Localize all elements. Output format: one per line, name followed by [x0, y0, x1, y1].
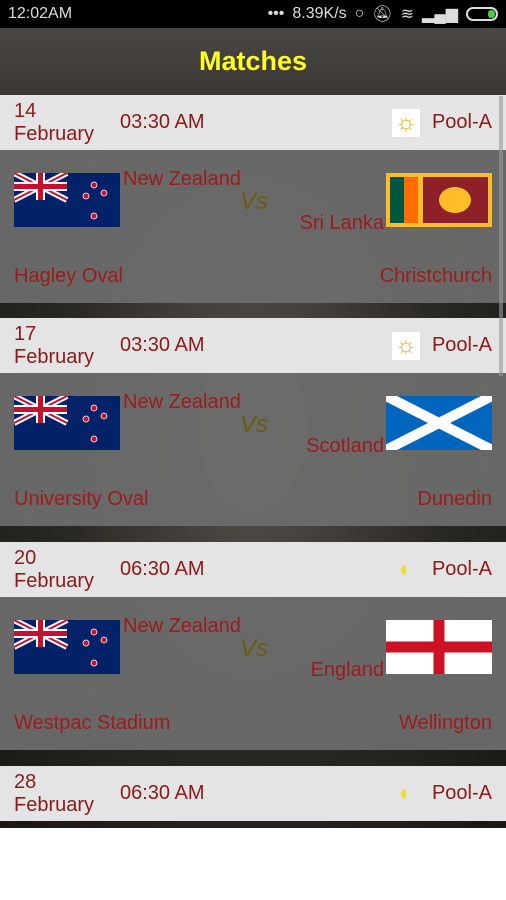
pool-label: Pool-A — [431, 111, 492, 133]
venue-city: Dunedin — [417, 488, 492, 510]
match-card[interactable]: New Zealand Vs Scotland University Oval … — [0, 373, 506, 526]
match-header: 28 February 06:30 AM ◐ Pool-A — [0, 766, 506, 821]
venue-ground: University Oval — [14, 488, 149, 510]
battery-icon — [466, 7, 498, 21]
team2-flag-icon — [383, 391, 495, 455]
team1-name: New Zealand — [123, 391, 241, 413]
venue-ground: Hagley Oval — [14, 265, 123, 287]
clock: 12:02AM — [8, 5, 73, 22]
match-card[interactable]: New Zealand Vs England Westpac Stadium W… — [0, 597, 506, 750]
team2-flag-icon — [386, 173, 492, 227]
venue-city: Christchurch — [379, 265, 492, 287]
team1-name: New Zealand — [123, 168, 241, 190]
venue-ground: Westpac Stadium — [14, 712, 171, 734]
team2-name: Sri Lanka — [299, 212, 385, 234]
vs-label: Vs — [240, 635, 269, 662]
vs-label: Vs — [240, 411, 269, 438]
partly-cloudy-weather-icon: ◐ — [398, 555, 414, 583]
match-header: 20 February 06:30 AM ◐ Pool-A — [0, 542, 506, 597]
match-time: 06:30 AM — [120, 558, 205, 580]
sunny-weather-icon: ☼ — [392, 331, 420, 360]
notification-dots: ••• — [267, 5, 285, 22]
pool-label: Pool-A — [431, 782, 492, 804]
match-card[interactable]: New Zealand Vs Sri Lanka Hagley Oval Chr… — [0, 150, 506, 303]
team2-name: Scotland — [306, 435, 384, 457]
network-speed: 8.39K/s — [292, 5, 347, 22]
vs-label: Vs — [240, 188, 269, 215]
match-date: 20 February — [14, 546, 95, 592]
match-time: 03:30 AM — [120, 111, 205, 133]
match-header: 14 February 03:30 AM ☼ Pool-A — [0, 95, 506, 150]
mute-icon: 🔕︎ — [372, 6, 393, 23]
scrollbar[interactable] — [499, 96, 503, 376]
match-time: 06:30 AM — [120, 782, 205, 804]
match-date: 17 February — [14, 322, 95, 368]
match-time: 03:30 AM — [120, 334, 205, 356]
team1-name: New Zealand — [123, 615, 241, 637]
match-date: 28 February — [14, 770, 95, 816]
wifi-icon: ≋ — [400, 6, 415, 23]
signal-icon: ▂▄▆ — [422, 6, 458, 23]
partly-cloudy-weather-icon: ◐ — [398, 779, 414, 807]
match-date: 14 February — [14, 99, 95, 145]
pool-label: Pool-A — [431, 334, 492, 356]
sunny-weather-icon: ☼ — [392, 108, 420, 137]
sync-icon: ○ — [354, 5, 365, 22]
team2-name: England — [310, 659, 384, 681]
status-bar: 12:02AM ••• 8.39K/s ○ 🔕︎ ≋ ▂▄▆ — [0, 0, 506, 28]
new-zealand-flag-icon — [12, 393, 120, 450]
page-title: Matches — [0, 28, 506, 95]
team2-flag-icon — [386, 620, 492, 674]
new-zealand-flag-icon — [12, 170, 120, 227]
pool-label: Pool-A — [431, 558, 492, 580]
new-zealand-flag-icon — [12, 617, 120, 674]
match-header: 17 February 03:30 AM ☼ Pool-A — [0, 318, 506, 373]
venue-city: Wellington — [398, 712, 492, 734]
